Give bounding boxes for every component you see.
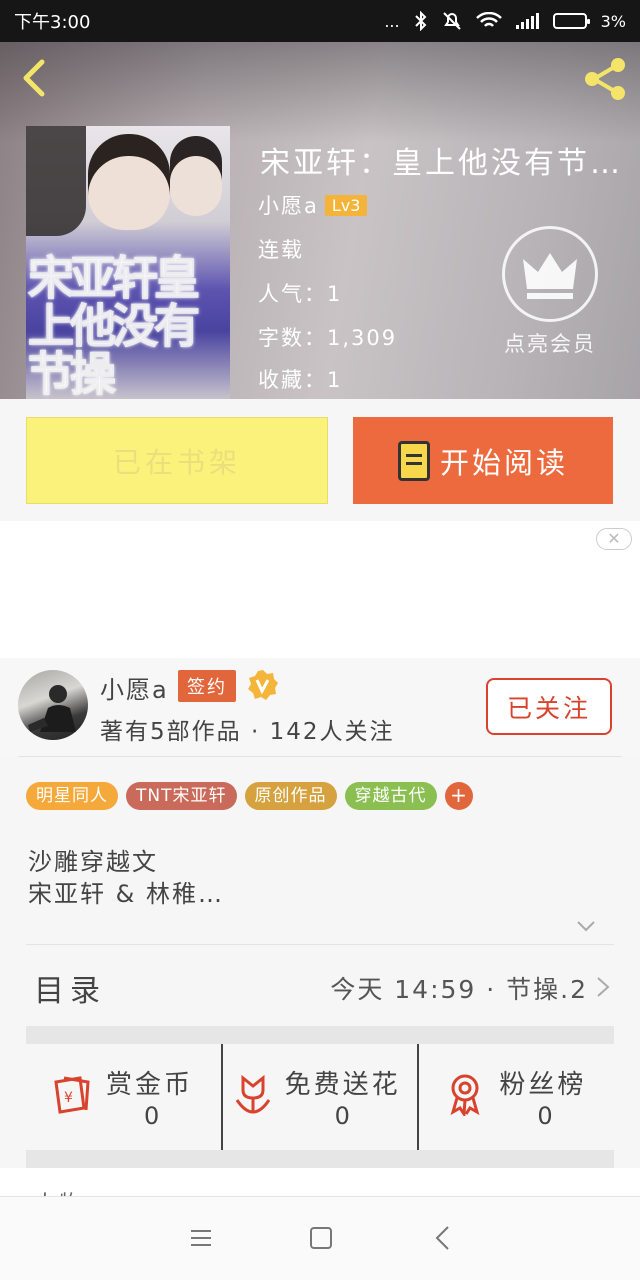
tag-chip[interactable]: 原创作品 [244,782,337,810]
menu-icon[interactable] [190,1229,212,1247]
add-tag-button[interactable]: + [444,782,473,810]
bluetooth-icon [414,11,427,31]
word-count: 字数：1,309 [258,326,398,350]
intro-line: 沙雕穿越文 [28,848,158,876]
start-reading-button[interactable]: 开始阅读 [353,417,613,504]
nav-back-icon[interactable] [434,1225,450,1251]
flowers-label: 免费送花 [284,1070,401,1100]
author-name: 小愿a [258,194,319,218]
tag-list: 明星同人 TNT宋亚轩 原创作品 穿越古代 + [26,782,473,810]
book-cover[interactable]: 宋亚轩皇上他没有节操 [26,126,230,399]
wifi-icon [475,12,502,27]
next-section-title: 人物… [34,1186,109,1196]
reward-coins-button[interactable]: ¥ 赏金币 0 [26,1044,221,1150]
intro-line: 宋亚轩 & 林稚… [28,880,224,908]
battery-percent: 3% [600,11,626,31]
share-icon[interactable] [580,54,630,104]
book-title: 宋亚轩：皇上他没有节… [260,146,623,181]
chevron-right-icon [597,977,610,997]
avatar[interactable] [18,670,88,740]
verified-v-icon [248,670,278,700]
status-time: 下午3:00 [14,12,91,33]
in-shelf-button[interactable]: 已在书架 [26,417,328,504]
author-name-label[interactable]: 小愿a [100,670,169,705]
cover-title-art: 宋亚轩皇上他没有节操 [28,251,201,399]
signed-badge: 签约 [178,670,236,702]
vip-button[interactable] [502,226,598,322]
close-ad-button[interactable]: ✕ [596,528,632,550]
red-envelope-icon: ¥ [54,1076,90,1114]
favorites-count: 收藏：1 [258,368,343,392]
fan-ranking-button[interactable]: 粉丝榜 0 [417,1044,614,1150]
mute-bell-icon [442,12,461,30]
book-icon [397,440,430,481]
in-shelf-label: 已在书架 [112,445,241,479]
signal-icon [515,13,539,29]
start-reading-label: 开始阅读 [439,445,568,480]
stats-row: ¥ 赏金币 0 免费送花 0 粉丝榜 0 [26,1044,614,1150]
follow-label: 已关注 [506,693,591,723]
more-dots-icon: ... [384,11,400,31]
medal-icon [450,1074,480,1116]
tag-chip[interactable]: TNT宋亚轩 [126,782,237,810]
reward-value: 0 [144,1102,160,1130]
tag-chip[interactable]: 穿越古代 [344,782,437,810]
action-bar: 已在书架 开始阅读 [0,399,640,521]
book-header: 宋亚轩皇上他没有节操 宋亚轩：皇上他没有节… 小愿a Lv3 连载 人气：1 字数… [0,42,640,399]
status-bar: 下午3:00 ... 3% [0,0,640,42]
home-square-icon[interactable] [310,1227,332,1249]
level-badge: Lv3 [324,195,368,216]
book-status: 连载 [258,238,304,262]
flower-icon [235,1074,270,1114]
flowers-value: 0 [334,1102,350,1130]
back-arrow-icon[interactable] [14,56,58,100]
divider [18,756,622,757]
ad-banner: ✕ [0,521,640,658]
reward-label: 赏金币 [106,1070,194,1100]
follow-button[interactable]: 已关注 [486,678,612,735]
fans-value: 0 [537,1102,553,1130]
section-separator [26,1150,614,1168]
svg-text:¥: ¥ [64,1090,73,1106]
fans-label: 粉丝榜 [499,1070,587,1100]
crown-icon [523,253,577,299]
avatar-person-icon [28,685,76,732]
section-separator [26,1026,614,1044]
toc-title: 目录 [34,974,106,1009]
chevron-down-icon[interactable] [576,916,596,936]
battery-icon [552,13,590,29]
status-icons: ... 3% [384,11,626,31]
system-nav-bar [0,1196,640,1280]
latest-chapter: 今天 14:59 · 节操.2 [330,975,588,1004]
book-intro[interactable]: 沙雕穿越文 宋亚轩 & 林稚… [28,846,224,910]
vip-label: 点亮会员 [504,332,596,356]
divider [26,944,614,945]
author-line: 小愿a Lv3 [258,190,368,220]
table-of-contents-row[interactable]: 目录 今天 14:59 · 节操.2 [26,946,614,1026]
author-section: 小愿a 签约 著有5部作品 · 142人关注 已关注 [0,658,640,756]
next-section-peek: 人物… [0,1168,640,1196]
tag-chip[interactable]: 明星同人 [26,782,118,810]
author-stats: 著有5部作品 · 142人关注 [100,719,395,745]
send-flowers-button[interactable]: 免费送花 0 [220,1044,418,1150]
popularity: 人气：1 [258,282,343,306]
